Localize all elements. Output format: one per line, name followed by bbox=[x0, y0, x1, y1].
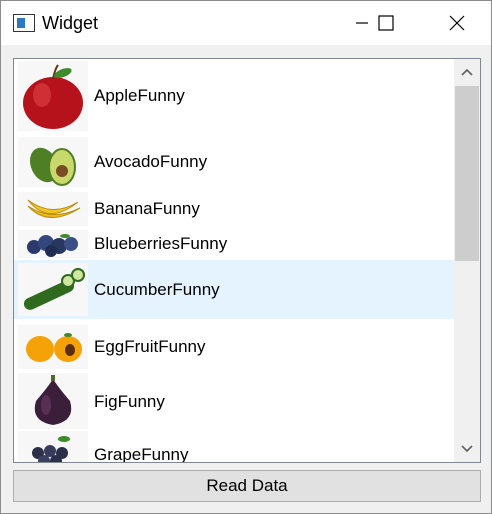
eggfruit-image bbox=[18, 325, 88, 369]
grape-image bbox=[18, 431, 88, 462]
list-item-label: GrapeFunny bbox=[94, 445, 189, 463]
cucumber-image bbox=[18, 263, 88, 316]
list-item-label: CucumberFunny bbox=[94, 280, 220, 299]
list-item-label: FigFunny bbox=[94, 392, 165, 411]
scroll-up-button[interactable] bbox=[454, 59, 480, 85]
list-item-label: BlueberriesFunny bbox=[94, 234, 228, 253]
chevron-down-icon bbox=[461, 445, 473, 453]
banana-image bbox=[18, 192, 88, 226]
app-window-icon bbox=[13, 14, 35, 32]
list-item-grape[interactable]: GrapeFunny bbox=[14, 431, 454, 463]
list-item-label: BananaFunny bbox=[94, 199, 200, 218]
widget-window: Widget AppleFunny AvocadoFunny BananaFun… bbox=[0, 0, 492, 514]
vertical-scrollbar[interactable] bbox=[454, 59, 480, 462]
list-item-blueberries[interactable]: BlueberriesFunny bbox=[14, 228, 454, 260]
list-item-banana[interactable]: BananaFunny bbox=[14, 191, 454, 227]
chevron-up-icon bbox=[461, 68, 473, 76]
scrollbar-thumb[interactable] bbox=[455, 86, 479, 261]
maximize-icon bbox=[378, 15, 394, 31]
close-icon bbox=[449, 15, 465, 31]
avocado-image bbox=[18, 137, 88, 187]
fruit-list[interactable]: AppleFunny AvocadoFunny BananaFunny Blue… bbox=[13, 58, 481, 463]
scroll-down-button[interactable] bbox=[454, 436, 480, 462]
list-item-eggfruit[interactable]: EggFruitFunny bbox=[14, 321, 454, 373]
blueberries-image bbox=[18, 230, 88, 258]
list-item-label: EggFruitFunny bbox=[94, 337, 206, 356]
maximize-button[interactable] bbox=[363, 1, 409, 45]
list-item-cucumber[interactable]: CucumberFunny bbox=[14, 260, 454, 319]
close-button[interactable] bbox=[434, 1, 480, 45]
list-item-label: AppleFunny bbox=[94, 86, 185, 105]
list-item-avocado[interactable]: AvocadoFunny bbox=[14, 135, 454, 189]
list-item-fig[interactable]: FigFunny bbox=[14, 373, 454, 431]
list-item-label: AvocadoFunny bbox=[94, 152, 208, 171]
title-bar[interactable]: Widget bbox=[1, 1, 491, 45]
list-item-apple[interactable]: AppleFunny bbox=[14, 59, 454, 133]
read-data-button[interactable]: Read Data bbox=[13, 470, 481, 502]
fig-image bbox=[18, 373, 88, 429]
apple-image bbox=[18, 61, 88, 131]
window-title: Widget bbox=[42, 13, 99, 33]
